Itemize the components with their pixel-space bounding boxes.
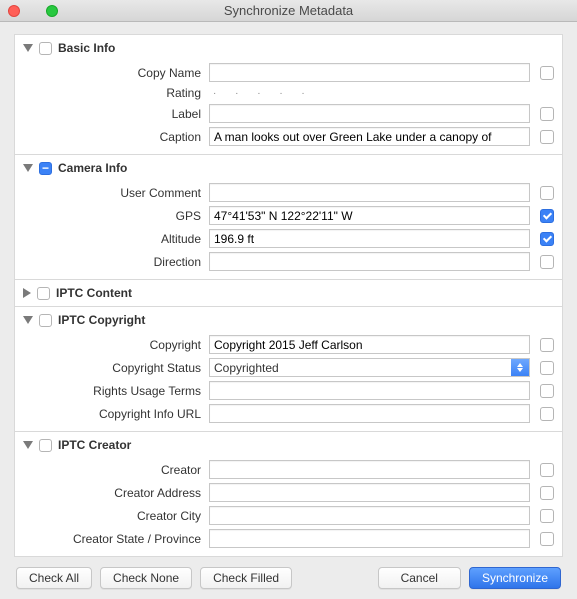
sync-checkbox-copy-name[interactable] (540, 66, 554, 80)
label-caption: Caption (15, 130, 203, 144)
section-title: IPTC Copyright (58, 313, 145, 327)
disclosure-triangle-icon[interactable] (23, 441, 33, 449)
titlebar: Synchronize Metadata (0, 0, 577, 22)
input-user-comment[interactable] (209, 183, 530, 202)
input-caption[interactable] (209, 127, 530, 146)
label-copy-name: Copy Name (15, 66, 203, 80)
section-iptc-creator: IPTC Creator Creator Creator Address Cre… (14, 431, 563, 557)
window-title: Synchronize Metadata (0, 3, 577, 18)
label-copyright-url: Copyright Info URL (15, 407, 203, 421)
label-creator-address: Creator Address (15, 486, 203, 500)
sync-checkbox-copyright-status[interactable] (540, 361, 554, 375)
check-filled-button[interactable]: Check Filled (200, 567, 292, 589)
synchronize-button[interactable]: Synchronize (469, 567, 561, 589)
sync-checkbox-creator[interactable] (540, 463, 554, 477)
sync-checkbox-copyright[interactable] (540, 338, 554, 352)
sync-checkbox-copyright-url[interactable] (540, 407, 554, 421)
label-altitude: Altitude (15, 232, 203, 246)
select-value: Copyrighted (214, 361, 279, 375)
input-copy-name[interactable] (209, 63, 530, 82)
input-direction[interactable] (209, 252, 530, 271)
input-gps[interactable] (209, 206, 530, 225)
section-checkbox-basic[interactable] (39, 42, 52, 55)
rating-dots[interactable]: · · · · · (209, 88, 556, 99)
section-header-iptc-copyright[interactable]: IPTC Copyright (15, 307, 562, 333)
section-title: IPTC Content (56, 286, 132, 300)
label-rights-usage: Rights Usage Terms (15, 384, 203, 398)
sync-checkbox-user-comment[interactable] (540, 186, 554, 200)
select-copyright-status[interactable]: Copyrighted (209, 358, 530, 377)
label-creator-city: Creator City (15, 509, 203, 523)
sync-checkbox-direction[interactable] (540, 255, 554, 269)
sync-checkbox-gps[interactable] (540, 209, 554, 223)
sync-checkbox-creator-state[interactable] (540, 532, 554, 546)
input-label[interactable] (209, 104, 530, 123)
input-creator-city[interactable] (209, 506, 530, 525)
section-iptc-content: IPTC Content (14, 279, 563, 306)
disclosure-triangle-icon[interactable] (23, 44, 33, 52)
input-creator[interactable] (209, 460, 530, 479)
input-copyright-url[interactable] (209, 404, 530, 423)
section-checkbox-iptc-creator[interactable] (39, 439, 52, 452)
disclosure-triangle-icon[interactable] (23, 288, 31, 298)
section-header-iptc-creator[interactable]: IPTC Creator (15, 432, 562, 458)
section-iptc-copyright: IPTC Copyright Copyright Copyright Statu… (14, 306, 563, 431)
label-label: Label (15, 107, 203, 121)
disclosure-triangle-icon[interactable] (23, 164, 33, 172)
input-copyright[interactable] (209, 335, 530, 354)
sync-checkbox-label[interactable] (540, 107, 554, 121)
sync-checkbox-caption[interactable] (540, 130, 554, 144)
check-none-button[interactable]: Check None (100, 567, 192, 589)
sync-checkbox-rights-usage[interactable] (540, 384, 554, 398)
sync-checkbox-altitude[interactable] (540, 232, 554, 246)
section-basic-info: Basic Info Copy Name Rating · · · · · La… (14, 34, 563, 154)
section-checkbox-iptc-copyright[interactable] (39, 314, 52, 327)
sync-checkbox-creator-city[interactable] (540, 509, 554, 523)
label-rating: Rating (15, 86, 203, 100)
input-altitude[interactable] (209, 229, 530, 248)
section-header-iptc-content[interactable]: IPTC Content (15, 280, 562, 306)
label-direction: Direction (15, 255, 203, 269)
label-creator-state: Creator State / Province (15, 532, 203, 546)
sync-checkbox-creator-address[interactable] (540, 486, 554, 500)
chevron-updown-icon (511, 359, 529, 376)
disclosure-triangle-icon[interactable] (23, 316, 33, 324)
section-title: Basic Info (58, 41, 115, 55)
label-creator: Creator (15, 463, 203, 477)
label-gps: GPS (15, 209, 203, 223)
cancel-button[interactable]: Cancel (378, 567, 461, 589)
input-rights-usage[interactable] (209, 381, 530, 400)
section-camera-info: − Camera Info User Comment GPS Altitude … (14, 154, 563, 279)
label-copyright: Copyright (15, 338, 203, 352)
section-title: Camera Info (58, 161, 127, 175)
section-checkbox-iptc-content[interactable] (37, 287, 50, 300)
input-creator-address[interactable] (209, 483, 530, 502)
check-all-button[interactable]: Check All (16, 567, 92, 589)
label-copyright-status: Copyright Status (15, 361, 203, 375)
footer: Check All Check None Check Filled Cancel… (14, 557, 563, 589)
section-title: IPTC Creator (58, 438, 131, 452)
input-creator-state[interactable] (209, 529, 530, 548)
section-header-camera[interactable]: − Camera Info (15, 155, 562, 181)
section-checkbox-camera[interactable]: − (39, 162, 52, 175)
label-user-comment: User Comment (15, 186, 203, 200)
section-header-basic[interactable]: Basic Info (15, 35, 562, 61)
